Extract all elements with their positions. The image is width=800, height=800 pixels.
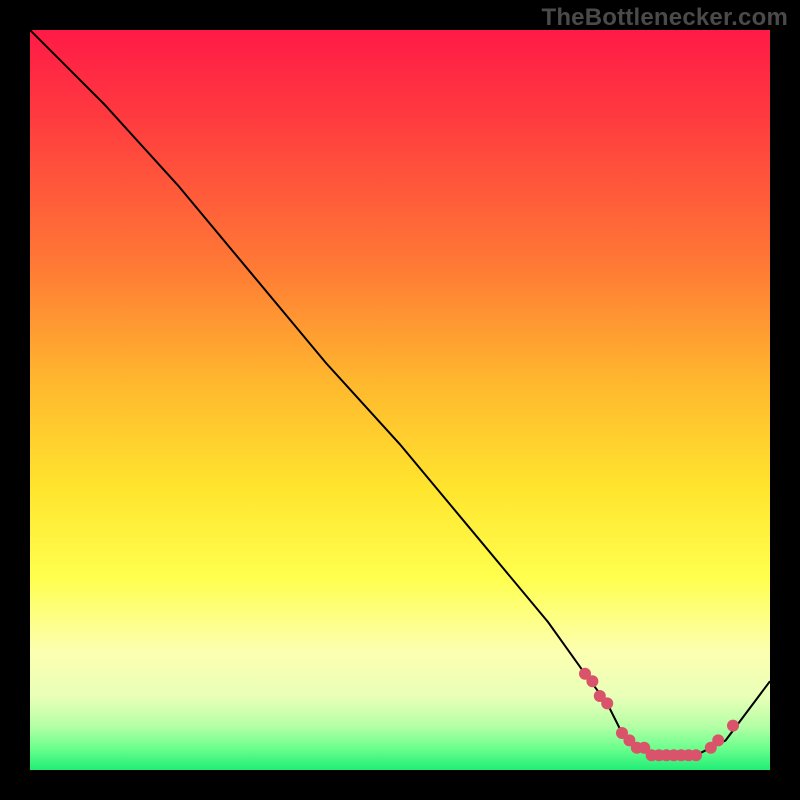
bottleneck-curve [30,30,770,770]
marker-point [601,697,613,709]
marker-point [712,734,724,746]
plot-area [30,30,770,770]
marker-point [586,675,598,687]
watermark-text: TheBottlenecker.com [541,4,788,32]
curve-markers [579,668,739,761]
chart-frame: TheBottlenecker.com [0,0,800,800]
marker-point [727,720,739,732]
marker-point [690,749,702,761]
curve-line [30,30,770,755]
